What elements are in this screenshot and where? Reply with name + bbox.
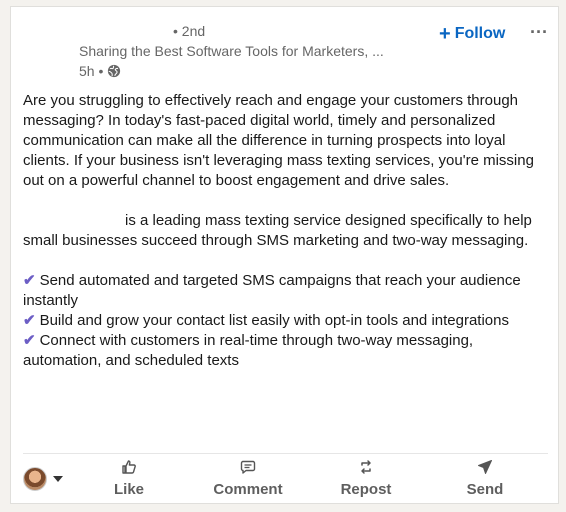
check-icon: ✔ [23,312,36,329]
post-paragraph-1: Are you struggling to effectively reach … [23,92,534,189]
repost-icon [361,460,371,474]
globe-icon [108,64,121,78]
connection-degree: • 2nd [173,23,206,39]
send-button[interactable]: Send [435,459,535,501]
avatar [23,467,47,491]
follow-button[interactable]: + Follow [439,23,505,45]
bullet-text: Build and grow your contact list easily … [39,312,509,329]
comment-icon [240,460,256,474]
post-body: Are you struggling to effectively reach … [23,91,551,371]
caret-down-icon [53,476,63,482]
follow-label: Follow [454,25,506,42]
plus-icon: + [439,23,451,45]
like-label: Like [113,481,144,498]
post-actor: • 2nd Sharing the Best Software Tools fo… [11,7,558,89]
repost-button[interactable]: Repost [316,459,416,501]
comment-label: Comment [213,481,283,498]
more-options-button[interactable]: ··· [526,19,552,45]
post-paragraph-2: is a leading mass texting service design… [23,211,551,251]
bullet-item: ✔ Send automated and targeted SMS campaig… [23,271,551,311]
like-button[interactable]: Like [79,459,179,501]
bullet-item: ✔ Connect with customers in real-time thr… [23,331,551,371]
send-label: Send [466,481,504,498]
post-paragraph-2-text: is a leading mass texting service design… [23,212,532,249]
check-icon: ✔ [23,272,36,289]
feed-post-card: • 2nd Sharing the Best Software Tools fo… [10,6,559,504]
actions-divider [23,453,548,454]
comment-button[interactable]: Comment [198,459,298,501]
bullet-text: Send automated and targeted SMS campaign… [23,272,521,309]
bullet-text: Connect with customers in real-time thro… [23,332,474,369]
repost-label: Repost [340,481,392,498]
actor-headline[interactable]: Sharing the Best Software Tools for Mark… [79,43,384,59]
bullet-item: ✔ Build and grow your contact list easily… [23,311,551,331]
post-meta: 5h • [79,63,121,79]
thumbs-up-icon [122,460,136,474]
social-actions-bar: Like Comment Repost Send [11,455,558,503]
post-time: 5h • [79,63,104,79]
check-icon: ✔ [23,332,36,349]
send-icon [478,460,492,474]
reaction-identity-selector[interactable] [23,467,63,491]
ellipsis-icon: ··· [530,21,548,42]
